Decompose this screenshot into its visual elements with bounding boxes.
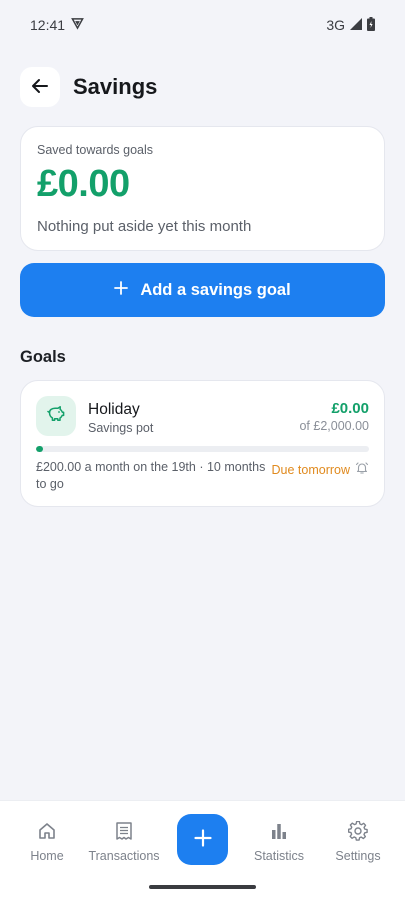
goal-top-row: Holiday Savings pot £0.00 of £2,000.00	[36, 396, 369, 436]
goal-schedule: £200.00 a month on the 19th · 10 months …	[36, 460, 266, 491]
page-title: Savings	[73, 74, 158, 99]
goal-amounts: £0.00 of £2,000.00	[299, 396, 369, 433]
bar-chart-icon	[269, 821, 289, 844]
nav-item-home[interactable]: Home	[7, 821, 87, 863]
savings-summary-card: Saved towards goals £0.00 Nothing put as…	[20, 126, 385, 251]
goal-progress-fill	[36, 446, 43, 452]
goal-name: Holiday	[88, 401, 140, 418]
summary-label: Saved towards goals	[37, 143, 154, 157]
home-icon	[37, 821, 57, 844]
goal-due-label: Due tomorrow	[271, 462, 351, 477]
add-savings-goal-button[interactable]: Add a savings goal	[20, 263, 385, 317]
goal-target-amount: of £2,000.00	[299, 419, 369, 433]
goal-type: Savings pot	[88, 421, 154, 435]
goal-saved-amount: £0.00	[331, 400, 369, 417]
status-left: 12:41	[30, 17, 84, 33]
nav-label-settings: Settings	[335, 849, 381, 863]
nav-item-transactions[interactable]: Transactions	[84, 821, 164, 863]
add-savings-goal-label: Add a savings goal	[140, 280, 291, 299]
network-label: 3G	[326, 17, 345, 33]
piggy-bank-icon	[46, 404, 66, 429]
goal-info: Holiday Savings pot	[88, 396, 299, 435]
nav-label-transactions: Transactions	[88, 849, 160, 863]
nav-item-statistics[interactable]: Statistics	[239, 821, 319, 863]
receipt-icon	[114, 821, 134, 844]
nav-label-statistics: Statistics	[253, 849, 304, 863]
add-transaction-fab[interactable]	[177, 814, 228, 865]
nav-label-home: Home	[30, 849, 64, 863]
goal-card-holiday[interactable]: Holiday Savings pot £0.00 of £2,000.00 £…	[20, 380, 385, 507]
shield-icon	[71, 17, 84, 33]
nav-item-settings[interactable]: Settings	[318, 820, 398, 863]
gear-icon	[347, 820, 368, 844]
goal-progress-bar	[36, 446, 369, 452]
page-header: Savings	[20, 67, 157, 107]
summary-amount: £0.00	[37, 163, 130, 205]
alarm-icon	[355, 461, 369, 478]
status-bar: 12:41 3G	[0, 0, 405, 50]
goal-due-status: Due tomorrow	[272, 459, 370, 478]
battery-icon	[367, 16, 375, 34]
status-right: 3G	[326, 16, 375, 34]
plus-icon	[114, 280, 129, 300]
summary-subtitle: Nothing put aside yet this month	[37, 218, 252, 235]
arrow-left-icon	[31, 77, 49, 98]
goal-icon-container	[36, 396, 76, 436]
home-indicator[interactable]	[149, 885, 256, 889]
goal-bottom-row: £200.00 a month on the 19th · 10 months …	[36, 459, 369, 493]
status-time: 12:41	[30, 17, 66, 33]
signal-icon	[350, 17, 362, 33]
back-button[interactable]	[20, 67, 60, 107]
plus-icon	[193, 828, 213, 851]
goals-section-title: Goals	[20, 348, 66, 366]
